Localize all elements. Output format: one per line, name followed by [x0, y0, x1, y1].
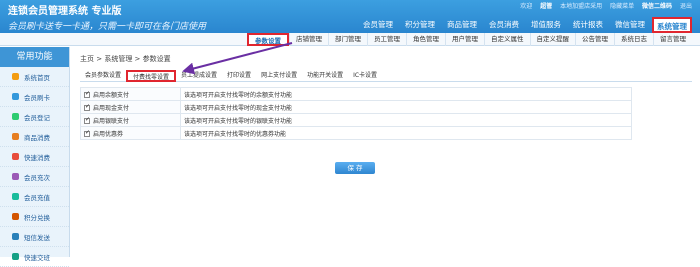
- subnav-staff[interactable]: 员工管理: [367, 33, 406, 46]
- subnav-users[interactable]: 用户管理: [445, 33, 484, 46]
- logout-link[interactable]: 退出: [680, 3, 692, 10]
- breadcrumb: 主页 > 系统管理 > 参数设置: [80, 55, 171, 63]
- subnav-custom-remind[interactable]: 自定义提醒: [529, 33, 576, 46]
- sidebar: 常用功能 系统首页 会员刷卡 会员登记 商品消费 快速消费 会员充次 会员充值 …: [0, 47, 70, 267]
- times-icon: [12, 173, 19, 180]
- nav-points[interactable]: 积分管理: [400, 17, 440, 33]
- hide-menu-link[interactable]: 隐藏菜单: [610, 3, 634, 10]
- sidebar-item-card[interactable]: 会员刷卡: [0, 87, 69, 107]
- save-button[interactable]: 保 存: [335, 162, 375, 174]
- wechat-qr-link[interactable]: 微信二维码: [642, 3, 672, 10]
- welcome-text: 欢迎: [520, 3, 533, 10]
- option-cell[interactable]: 启用银联支付: [80, 113, 181, 127]
- annotation-arrow-icon: [182, 42, 293, 75]
- app-slogan: 会员刷卡送专一卡通，只需一卡即可在各门店使用: [8, 22, 207, 32]
- subnav-custom-attr[interactable]: 自定义属性: [484, 33, 530, 46]
- sms-icon: [12, 233, 19, 240]
- table-row: 启用优惠券 该选项可开启支付找零时的优惠券功能: [80, 126, 632, 140]
- main-nav: 会员管理 积分管理 商品管理 会员消费 增值服务 统计报表 微信管理 系统管理: [356, 17, 692, 33]
- sidebar-item-exchange[interactable]: 积分兑换: [0, 207, 69, 227]
- nav-system[interactable]: 系统管理: [652, 17, 692, 33]
- option-cell[interactable]: 启用现金支付: [80, 100, 181, 114]
- sidebar-item-shift[interactable]: 快速交班: [0, 247, 69, 267]
- tab-payment-change[interactable]: 付费找零设置: [126, 70, 177, 82]
- user-add-icon: [12, 113, 19, 120]
- sidebar-item-goods[interactable]: 商品消费: [0, 127, 69, 147]
- subnav-messages[interactable]: 留言管理: [653, 33, 692, 46]
- money-icon: [12, 193, 19, 200]
- subnav-logs[interactable]: 系统日志: [614, 33, 653, 46]
- crumb-home[interactable]: 主页: [80, 55, 94, 63]
- checkbox-cash[interactable]: [84, 103, 90, 111]
- flash-icon: [12, 153, 19, 160]
- option-desc: 该选项可开启支付找零时的余额支付功能: [180, 87, 632, 101]
- settings-tabs: 会员参数设置 付费找零设置 员工提成设置 打印设置 网上支付设置 功能开关设置 …: [80, 70, 692, 82]
- cart-icon: [12, 133, 19, 140]
- gift-icon: [12, 213, 19, 220]
- settings-table: 启用余额支付 该选项可开启支付找零时的余额支付功能 启用现金支付 该选项可开启支…: [80, 87, 632, 140]
- nav-member[interactable]: 会员管理: [358, 17, 398, 33]
- crumb-system[interactable]: 系统管理: [104, 55, 132, 63]
- option-cell[interactable]: 启用余额支付: [80, 87, 181, 101]
- sidebar-item-times[interactable]: 会员充次: [0, 167, 69, 187]
- table-row: 启用余额支付 该选项可开启支付找零时的余额支付功能: [80, 87, 632, 101]
- sidebar-item-register[interactable]: 会员登记: [0, 107, 69, 127]
- nav-consume[interactable]: 会员消费: [484, 17, 524, 33]
- checkbox-unionpay[interactable]: [84, 116, 90, 124]
- subnav-depts[interactable]: 部门管理: [328, 33, 367, 46]
- sidebar-item-sms[interactable]: 短信发送: [0, 227, 69, 247]
- sidebar-item-quick[interactable]: 快速消费: [0, 147, 69, 167]
- main-content: 主页 > 系统管理 > 参数设置 会员参数设置 付费找零设置 员工提成设置 打印…: [80, 52, 692, 174]
- sub-nav: 参数设置 店铺管理 部门管理 员工管理 角色管理 用户管理 自定义属性 自定义提…: [0, 33, 700, 46]
- tab-ic-card[interactable]: IC卡设置: [348, 70, 382, 81]
- checkbox-coupon[interactable]: [84, 129, 90, 137]
- sidebar-item-recharge[interactable]: 会员充值: [0, 187, 69, 207]
- subnav-roles[interactable]: 角色管理: [406, 33, 445, 46]
- nav-value-added[interactable]: 增值服务: [526, 17, 566, 33]
- user-name: 超管: [540, 3, 553, 10]
- tab-switches[interactable]: 功能开关设置: [302, 70, 348, 81]
- subnav-notice[interactable]: 公告管理: [575, 33, 614, 46]
- option-desc: 该选项可开启支付找零时的现金支付功能: [180, 100, 632, 114]
- crumb-params: 参数设置: [142, 55, 171, 63]
- option-desc: 该选项可开启支付找零时的银联支付功能: [180, 113, 632, 127]
- app-title: 连锁会员管理系统 专业版: [8, 6, 122, 17]
- home-icon: [12, 73, 19, 80]
- table-row: 启用现金支付 该选项可开启支付找零时的现金支付功能: [80, 100, 632, 114]
- checkbox-balance[interactable]: [84, 90, 90, 98]
- sidebar-title: 常用功能: [0, 47, 69, 67]
- card-icon: [12, 93, 19, 100]
- option-desc: 该选项可开启支付找零时的优惠券功能: [180, 126, 632, 140]
- nav-reports[interactable]: 统计报表: [568, 17, 608, 33]
- option-cell[interactable]: 启用优惠券: [80, 126, 181, 140]
- sidebar-item-home[interactable]: 系统首页: [0, 67, 69, 87]
- tab-member-params[interactable]: 会员参数设置: [80, 70, 126, 81]
- nav-goods[interactable]: 商品管理: [442, 17, 482, 33]
- top-links: 欢迎 超管 本地加盟店采用 隐藏菜单 微信二维码 退出: [514, 1, 692, 10]
- brand: 连锁会员管理系统 专业版 会员刷卡送专一卡通，只需一卡即可在各门店使用: [8, 2, 206, 32]
- role-text: 本地加盟店采用: [560, 3, 603, 10]
- table-row: 启用银联支付 该选项可开启支付找零时的银联支付功能: [80, 113, 632, 127]
- top-bar: 连锁会员管理系统 专业版 会员刷卡送专一卡通，只需一卡即可在各门店使用 欢迎 超…: [0, 0, 700, 33]
- nav-wechat[interactable]: 微信管理: [610, 17, 650, 33]
